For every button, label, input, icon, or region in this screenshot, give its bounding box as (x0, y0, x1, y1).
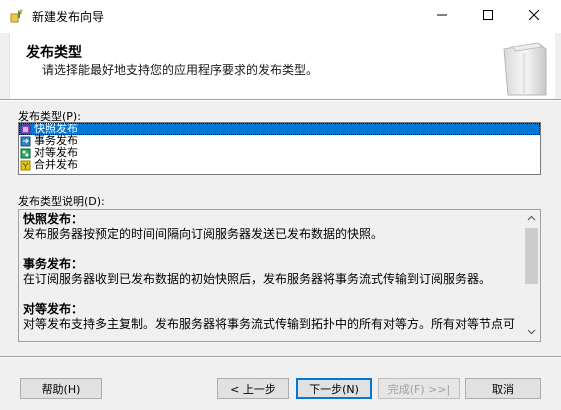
description-text: 对等发布支持多主复制。发布服务器将事务流式传输到拓扑中的所有对等方。所有对等节点… (23, 317, 516, 331)
description-heading: 对等发布： (23, 302, 84, 316)
description-label: 发布类型说明(D): (18, 195, 105, 208)
list-item-merge[interactable]: 合并发布 (19, 159, 540, 171)
list-item-label: 合并发布 (34, 158, 78, 171)
chevron-up-icon (527, 214, 536, 224)
scroll-down-button[interactable] (523, 324, 540, 341)
help-button[interactable]: 帮助(H) (20, 378, 102, 399)
page-title: 发布类型 (26, 45, 82, 61)
description-heading: 快照发布： (23, 212, 84, 226)
publication-type-description[interactable]: 快照发布： 发布服务器按预定的时间间隔向订阅服务器发送已发布数据的快照。 事务发… (18, 209, 541, 342)
snapshot-publication-icon (20, 124, 32, 135)
publication-graphic-icon (494, 39, 554, 97)
publication-type-list[interactable]: 快照发布 事务发布 对等发布 合并发布 (18, 122, 541, 175)
description-text: 在订阅服务器收到已发布数据的初始快照后，发布服务器将事务流式传输到订阅服务器。 (23, 272, 492, 286)
description-heading: 事务发布： (23, 257, 84, 271)
merge-publication-icon (20, 160, 32, 171)
title-bar: 新建发布向导 (0, 0, 561, 33)
wizard-app-icon (9, 8, 25, 24)
finish-button[interactable]: 完成(F) >>| (378, 378, 460, 399)
maximize-icon (483, 9, 493, 23)
description-text: 发布服务器按预定的时间间隔向订阅服务器发送已发布数据的快照。 (23, 227, 384, 241)
transactional-publication-icon (20, 136, 32, 147)
scroll-up-button[interactable] (523, 210, 540, 227)
list-item-peer-to-peer[interactable]: 对等发布 (19, 147, 540, 159)
page-description: 请选择能最好地支持您的应用程序要求的发布类型。 (42, 63, 319, 77)
minimize-icon (437, 9, 447, 23)
peer-to-peer-publication-icon (20, 148, 32, 159)
footer-divider (0, 356, 561, 358)
back-button[interactable]: < 上一步 (217, 378, 289, 399)
list-item-snapshot[interactable]: 快照发布 (19, 123, 540, 135)
wizard-header: 发布类型 请选择能最好地支持您的应用程序要求的发布类型。 (9, 33, 555, 99)
list-item-transactional[interactable]: 事务发布 (19, 135, 540, 147)
header-divider (0, 99, 561, 101)
close-icon (528, 9, 540, 23)
scroll-thumb[interactable] (525, 228, 538, 284)
window-title: 新建发布向导 (32, 10, 105, 24)
next-button[interactable]: 下一步(N) (296, 378, 372, 399)
cancel-button[interactable]: 取消 (465, 378, 541, 399)
close-button[interactable] (511, 0, 557, 32)
minimize-button[interactable] (419, 0, 465, 32)
maximize-button[interactable] (465, 0, 511, 32)
chevron-down-icon (527, 328, 536, 338)
description-scrollbar[interactable] (523, 210, 540, 341)
